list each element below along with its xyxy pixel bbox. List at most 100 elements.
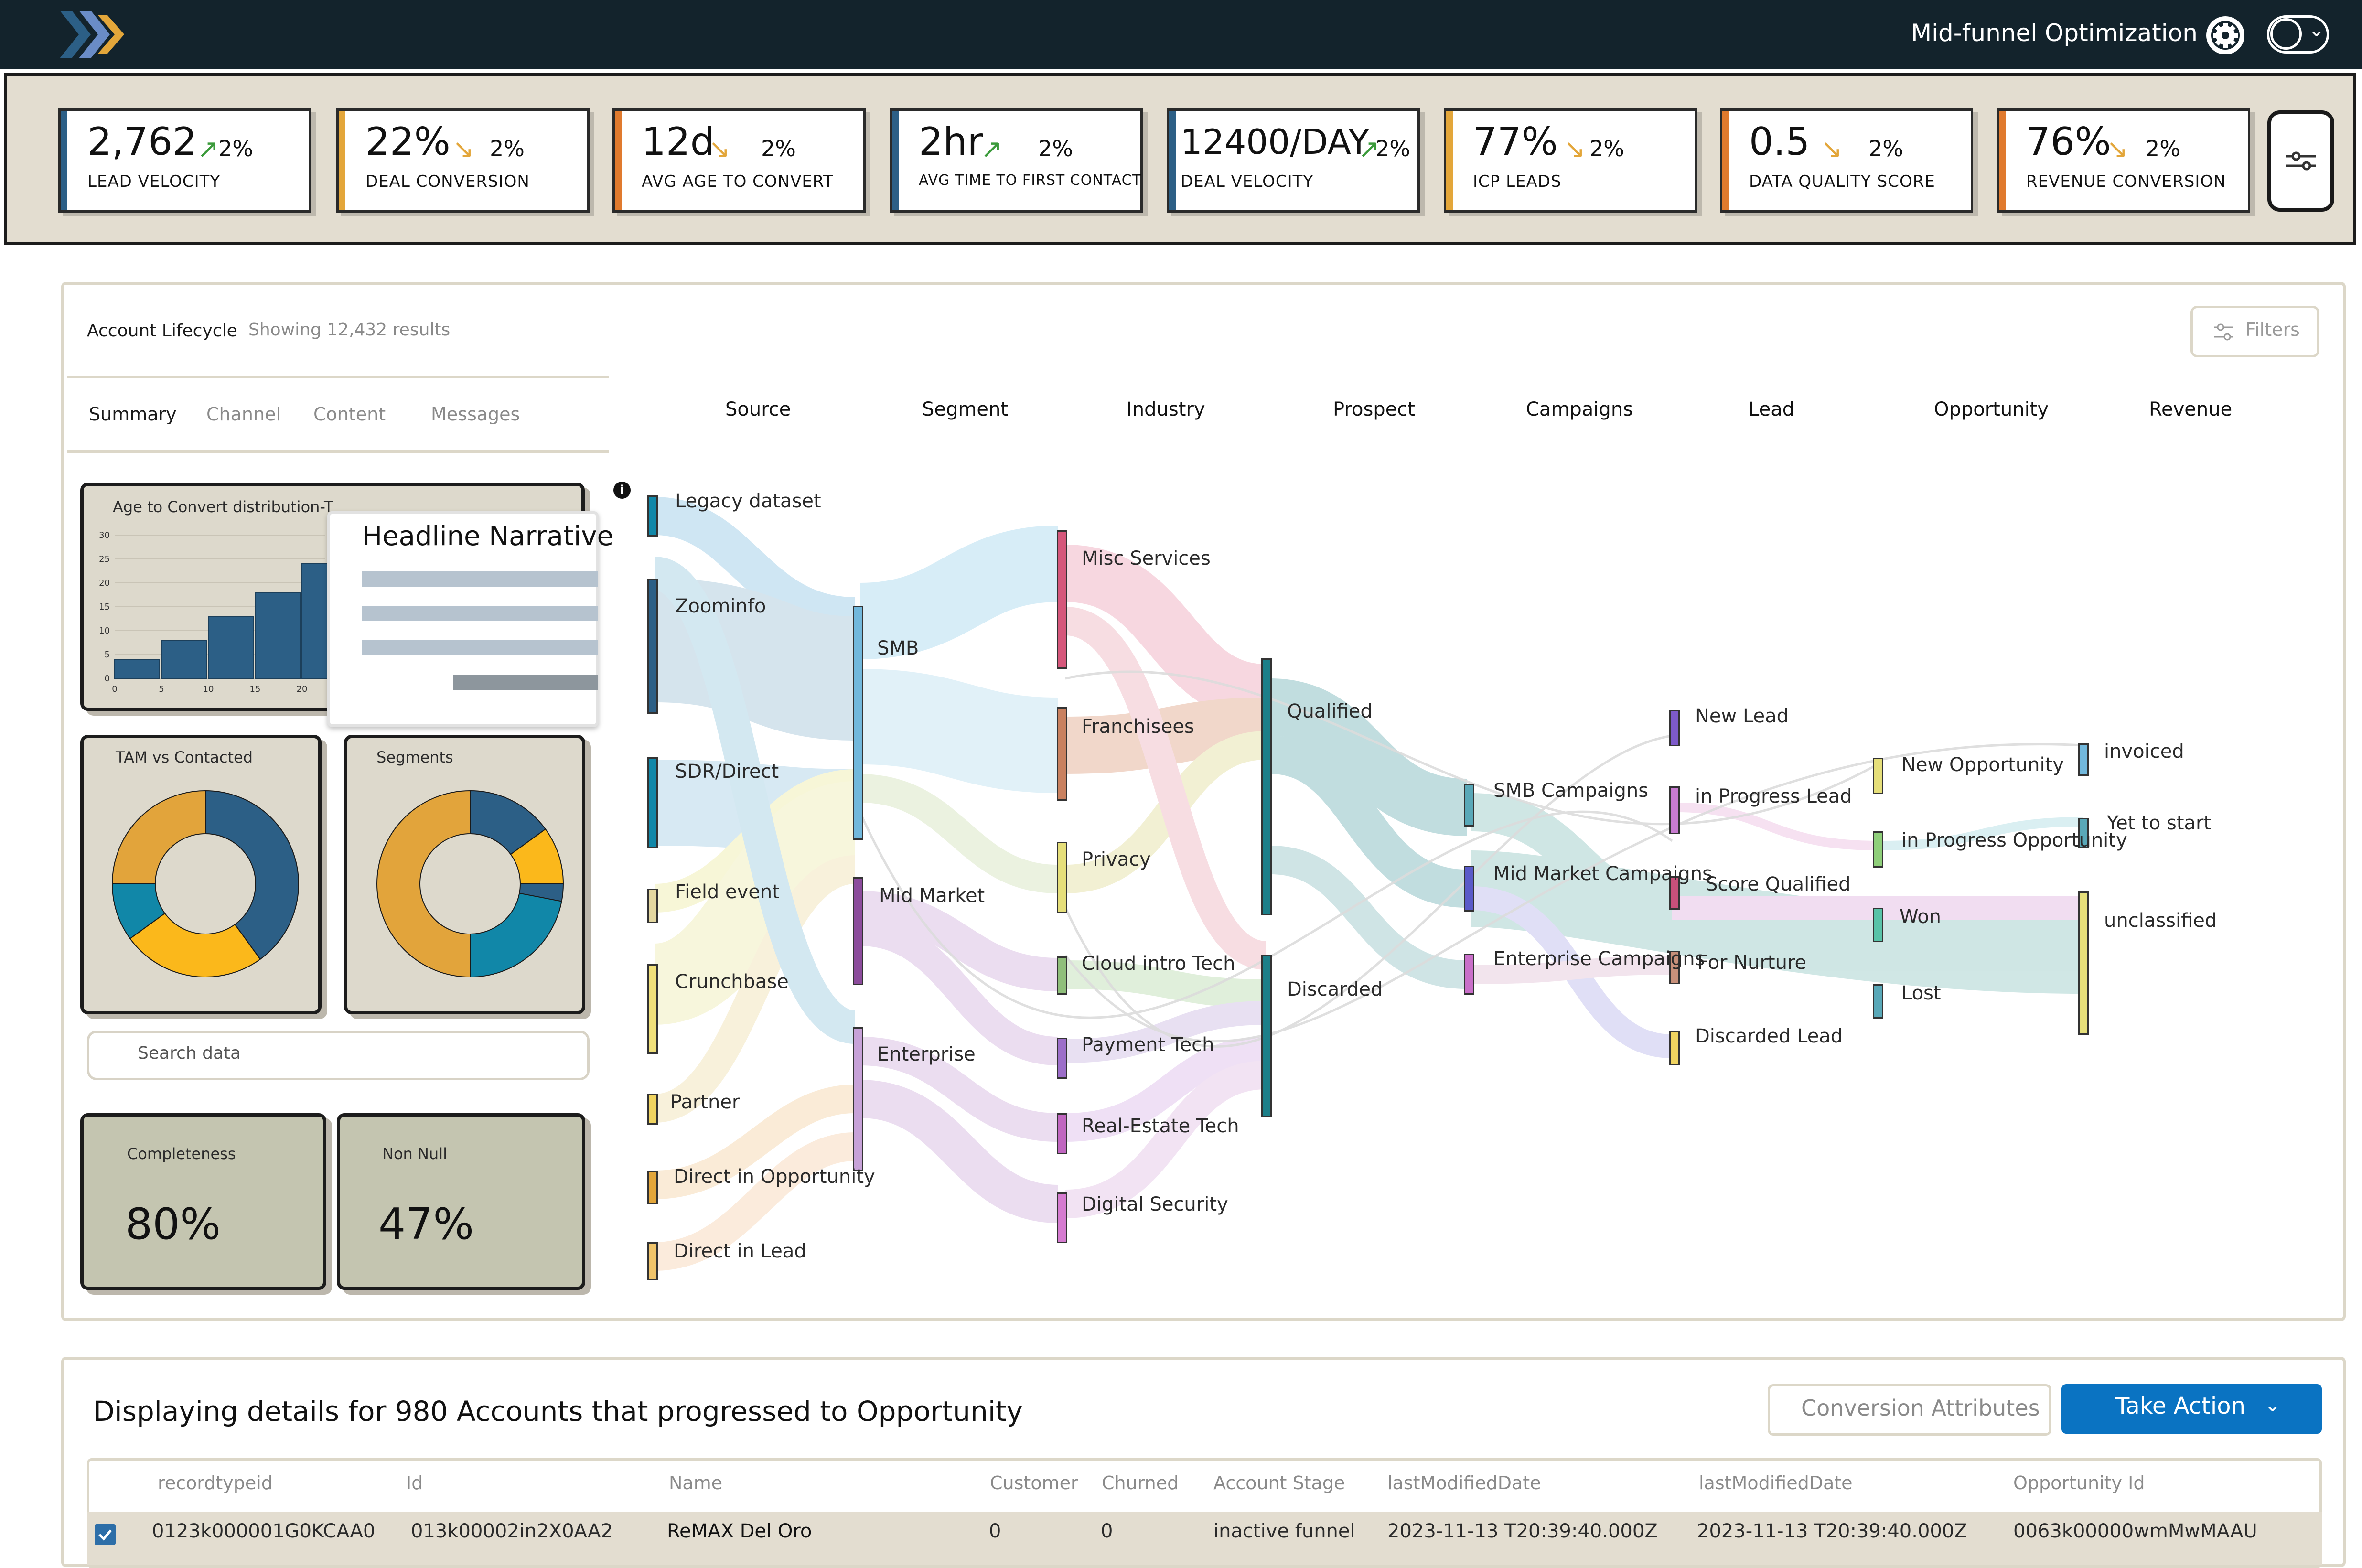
histogram-bar[interactable] (255, 592, 301, 679)
sankey-node[interactable] (1057, 707, 1067, 801)
sankey-node[interactable] (647, 495, 658, 537)
divider (67, 376, 609, 378)
table-header[interactable]: recordtypeid (158, 1472, 273, 1493)
sankey-node[interactable] (647, 1242, 658, 1280)
sankey-node-label: SMB (877, 637, 919, 659)
histogram-bar[interactable] (208, 616, 254, 679)
table-header[interactable]: Id (406, 1472, 423, 1493)
sankey-node[interactable] (1873, 984, 1883, 1019)
sankey-node[interactable] (1873, 908, 1883, 942)
sankey-node[interactable] (853, 1027, 863, 1171)
histogram-bar[interactable] (161, 640, 207, 679)
chevron-down-icon: ⌄ (2265, 1394, 2281, 1416)
table-header[interactable]: lastModifiedDate (1387, 1472, 1541, 1493)
sankey-node[interactable] (1669, 1031, 1680, 1065)
kpi-card[interactable]: 12400/DAY ↗ 2% DEAL VELOCITY (1167, 108, 1420, 213)
kpi-accent-bar (892, 111, 899, 210)
row-checkbox[interactable] (95, 1524, 116, 1545)
sankey-node[interactable] (2078, 891, 2089, 1035)
kpi-settings-button[interactable] (2267, 110, 2334, 212)
kpi-card[interactable]: 76% ↘ 2% REVENUE CONVERSION (1997, 108, 2250, 213)
tab-messages[interactable]: Messages (431, 404, 520, 425)
segments-donut-chart (376, 790, 564, 978)
sankey-node[interactable] (1261, 658, 1272, 915)
donut-slice[interactable] (376, 790, 471, 978)
kpi-card[interactable]: 2hr ↗ 2% AVG TIME TO FIRST CONTACT (890, 108, 1143, 213)
sankey-node[interactable] (1464, 954, 1474, 995)
sankey-node-label: Lost (1901, 982, 1941, 1004)
sankey-node-label: Misc Services (1082, 548, 1211, 569)
sankey-node-label: Direct in Lead (674, 1240, 806, 1262)
sankey-node[interactable] (1057, 1113, 1067, 1154)
sankey-node[interactable] (647, 964, 658, 1054)
tab-content[interactable]: Content (313, 404, 386, 425)
donut-slice[interactable] (111, 790, 206, 884)
kpi-label: DATA QUALITY SCORE (1749, 172, 1935, 191)
donut-slice[interactable] (470, 892, 562, 978)
sankey-column-opportunity: Opportunity (1934, 398, 2049, 420)
sankey-node[interactable] (647, 1171, 658, 1204)
chevron-down-icon: ⌄ (2308, 19, 2325, 41)
sankey-node[interactable] (1669, 786, 1680, 834)
kpi-label: DEAL CONVERSION (365, 172, 530, 191)
sankey-node[interactable] (1057, 842, 1067, 913)
tam-donut-chart (111, 790, 299, 977)
tam-title: TAM vs Contacted (116, 748, 253, 766)
sankey-node[interactable] (1057, 956, 1067, 995)
table-header[interactable]: Account Stage (1213, 1472, 1345, 1493)
sankey-node[interactable] (1873, 758, 1883, 794)
narrative-line-placeholder (362, 571, 598, 587)
kpi-label: LEAD VELOCITY (87, 172, 221, 191)
histogram-title: Age to Convert distribution-T (113, 498, 333, 516)
sankey-node-label: Mid Market Campaigns (1493, 863, 1712, 885)
tab-channel[interactable]: Channel (206, 404, 281, 425)
sankey-node[interactable] (1873, 831, 1883, 868)
gear-icon[interactable] (2203, 13, 2247, 57)
kpi-change: 2% (1589, 136, 1624, 161)
sankey-node[interactable] (2078, 743, 2089, 776)
kpi-card[interactable]: 2,762 ↗ 2% LEAD VELOCITY (58, 108, 311, 213)
sankey-node[interactable] (853, 877, 863, 985)
sankey-column-industry: Industry (1127, 398, 1205, 420)
table-header[interactable]: Churned (1102, 1472, 1179, 1493)
sankey-node[interactable] (1464, 784, 1474, 827)
table-header[interactable]: lastModifiedDate (1699, 1472, 1853, 1493)
sankey-node[interactable] (1057, 1038, 1067, 1079)
filters-label: Filters (2245, 319, 2300, 340)
table-header[interactable]: Opportunity Id (2013, 1472, 2145, 1493)
kpi-card[interactable]: 77% ↘ 2% ICP LEADS (1444, 108, 1697, 213)
table-cell: 0 (1101, 1520, 1113, 1542)
histogram-bar[interactable] (114, 659, 160, 679)
sankey-node[interactable] (1261, 955, 1272, 1117)
sankey-node[interactable] (647, 1094, 658, 1125)
sankey-node-label: Score Qualified (1706, 873, 1851, 895)
sankey-node[interactable] (853, 606, 863, 840)
sankey-node[interactable] (1669, 710, 1680, 746)
completeness-label: Completeness (127, 1145, 236, 1163)
sankey-node-label: Digital Security (1082, 1193, 1228, 1215)
kpi-card[interactable]: 12d ↘ 2% AVG AGE TO CONVERT (612, 108, 866, 213)
sankey-node[interactable] (1057, 530, 1067, 669)
checkmark-icon (98, 1529, 112, 1541)
sankey-node-label: Discarded (1287, 978, 1383, 1000)
table-header[interactable]: Customer (990, 1472, 1078, 1493)
details-title: Displaying details for 980 Accounts that… (93, 1395, 1023, 1428)
kpi-card[interactable]: 0.5 ↘ 2% DATA QUALITY SCORE (1720, 108, 1973, 213)
sankey-node[interactable] (1057, 1192, 1067, 1243)
sankey-node[interactable] (1464, 866, 1474, 912)
table-cell: inactive funnel (1213, 1520, 1355, 1542)
sankey-node[interactable] (647, 579, 658, 714)
sankey-column-prospect: Prospect (1333, 398, 1415, 420)
table-cell[interactable]: ReMAX Del Oro (667, 1520, 812, 1542)
table-header[interactable]: Name (669, 1472, 722, 1493)
sankey-node-label: Mid Market (879, 885, 985, 907)
tab-summary[interactable]: Summary (89, 404, 177, 425)
logo-chevrons-icon[interactable] (57, 6, 134, 63)
y-tick-label: 20 (99, 578, 110, 588)
sankey-node-label: unclassified (2104, 910, 2217, 932)
sankey-node[interactable] (647, 889, 658, 923)
kpi-value: 76% (2026, 119, 2111, 164)
sankey-node[interactable] (647, 757, 658, 848)
kpi-card[interactable]: 22% ↘ 2% DEAL CONVERSION (336, 108, 590, 213)
workspace-selector[interactable]: Mid-funnel Optimization ⌄ (1911, 19, 2225, 47)
